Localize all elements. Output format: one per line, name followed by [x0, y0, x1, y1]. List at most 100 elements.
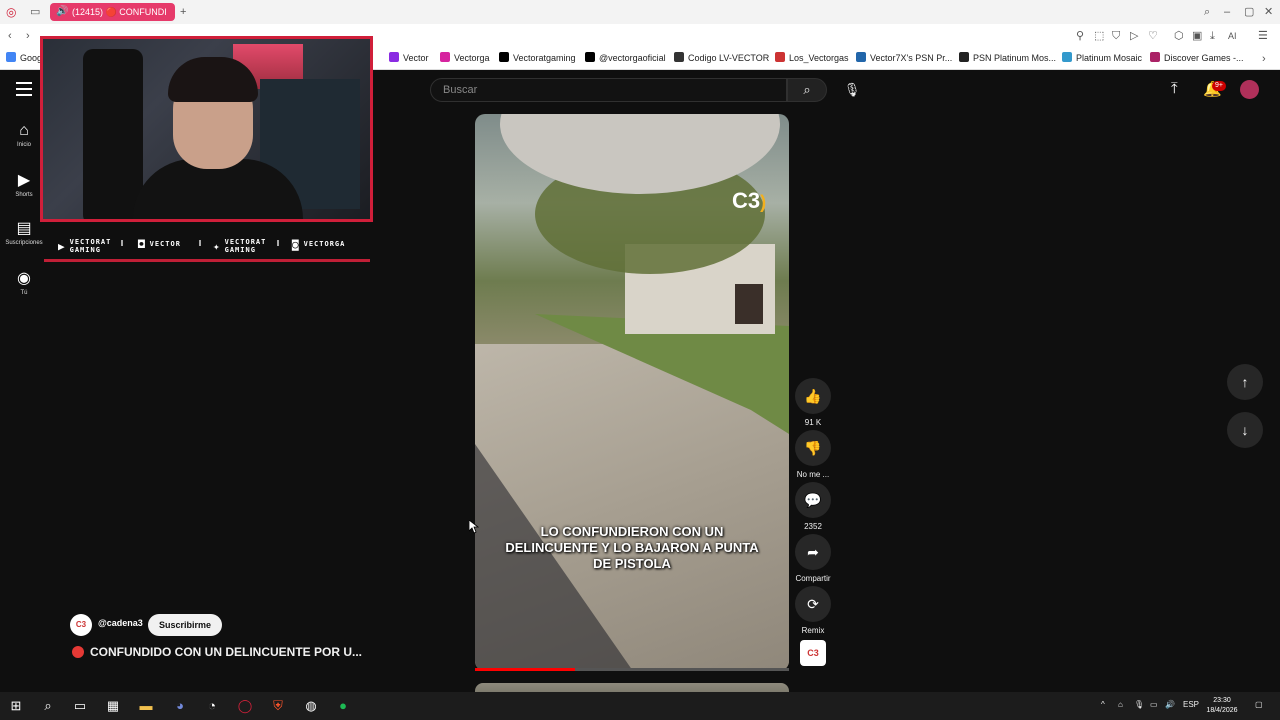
instagram-favicon-icon: [440, 52, 450, 62]
youtube-icon: ▶: [58, 240, 66, 253]
voice-search-button[interactable]: 🎙: [841, 79, 863, 101]
system-clock[interactable]: 23:30 18/4/2026: [1200, 696, 1244, 716]
search-tabs-icon[interactable]: ⌕: [1204, 5, 1210, 19]
brave-icon[interactable]: ⛨: [269, 697, 287, 715]
video-progress-bar[interactable]: [475, 668, 789, 671]
bookmark-codigo[interactable]: Codigo LV-VECTOR: [674, 52, 769, 63]
share-icon[interactable]: ➦: [795, 534, 831, 570]
short-video-player[interactable]: C3) LO CONFUNDIERON CON UN DELINCUENTE Y…: [475, 114, 789, 671]
speaker-icon[interactable]: 🔊: [56, 3, 68, 21]
webcam-overlay: [40, 36, 373, 222]
share-action[interactable]: ➦ Compartir: [795, 534, 831, 585]
channel-avatar[interactable]: C3: [70, 614, 92, 636]
menu-lines-icon[interactable]: ☰: [1258, 29, 1268, 43]
discover-favicon-icon: [1150, 52, 1160, 62]
opera-gx-icon[interactable]: ◯: [236, 697, 254, 715]
folder-icon[interactable]: ▬: [137, 697, 155, 715]
twitter-icon: ✦: [213, 240, 221, 253]
app-icon[interactable]: ▦: [104, 697, 122, 715]
microphone-icon: 🎙: [843, 82, 861, 97]
bookmarks-more-icon[interactable]: ›: [1262, 52, 1266, 66]
platinum-favicon-icon: [1062, 52, 1072, 62]
back-icon[interactable]: ‹: [8, 29, 12, 43]
pin-icon[interactable]: ⚲: [1076, 29, 1084, 43]
subscribe-button[interactable]: Suscribirme: [148, 614, 223, 636]
ai-icon[interactable]: AI: [1228, 29, 1237, 43]
next-short-button[interactable]: ↓: [1227, 412, 1263, 448]
bookmark-discover-games[interactable]: Discover Games -...: [1150, 52, 1244, 63]
bookmark-psn-platinum-mosaic[interactable]: PSN Platinum Mos...: [959, 52, 1056, 63]
player-icon[interactable]: ▷: [1130, 29, 1138, 43]
video-title[interactable]: CONFUNDIDO CON UN DELINCUENTE POR U...: [72, 645, 362, 659]
browser-tab-strip: ◎ ▭ 🔊 (12415) 🔴 CONFUNDI + ⌕ – ▢ ✕: [0, 0, 1280, 24]
download-icon[interactable]: ⤓: [1210, 29, 1215, 43]
tray-volume-icon[interactable]: 🔊: [1165, 700, 1175, 709]
bookmark-google[interactable]: Goog: [6, 52, 42, 63]
bookmark-platinum-mosaic[interactable]: Platinum Mosaic: [1062, 52, 1142, 63]
share-label: Compartir: [795, 574, 831, 583]
like-action[interactable]: 👍 91 K: [795, 378, 831, 429]
forward-icon[interactable]: ›: [26, 29, 30, 43]
subscriptions-icon: ▤: [16, 220, 32, 237]
tray-mic-icon[interactable]: 🎙: [1134, 700, 1144, 709]
signal-icon: ): [760, 192, 767, 212]
sidebar-item-subscriptions[interactable]: ▤ Suscripciones: [0, 220, 48, 248]
new-tab-icon[interactable]: +: [180, 5, 186, 19]
snapshot-icon[interactable]: ⬚: [1094, 29, 1104, 43]
twitch-icon: ◘: [138, 238, 146, 251]
extensions-icon[interactable]: ⬡: [1174, 29, 1184, 43]
instagram-icon: ◙: [292, 238, 300, 251]
wallet-icon[interactable]: ▣: [1192, 29, 1202, 43]
browser-tab-active[interactable]: 🔊 (12415) 🔴 CONFUNDI: [50, 3, 175, 21]
search-icon[interactable]: ⌕: [39, 697, 57, 715]
bookmark-vectorga[interactable]: Vectorga: [440, 52, 490, 63]
separator: [277, 240, 279, 246]
dislike-action[interactable]: 👎 No me ...: [795, 430, 831, 481]
avatar[interactable]: [1240, 80, 1259, 99]
windows-start-icon[interactable]: ⊞: [7, 697, 25, 715]
social-twitter: ✦ VECTORAT GAMING: [213, 238, 267, 254]
bookmark-vectoratgaming[interactable]: Vectoratgaming: [499, 52, 576, 63]
sidebar-item-you[interactable]: ◉ Tú: [0, 270, 48, 298]
search-input[interactable]: Buscar: [430, 78, 787, 102]
tray-battery-icon[interactable]: ▭: [1150, 700, 1158, 709]
channel-thumbnail[interactable]: C3: [800, 640, 826, 666]
shield-icon[interactable]: ⛉: [1112, 29, 1120, 43]
upload-icon[interactable]: ⤒: [1171, 80, 1178, 97]
discord-icon[interactable]: ◕: [171, 697, 189, 715]
bookmark-psn-profile[interactable]: Vector7X's PSN Pr...: [856, 52, 952, 63]
notifications-icon[interactable]: ▢: [1255, 700, 1263, 709]
bookmark-vectorgaoficial[interactable]: @vectorgaoficial: [585, 52, 666, 63]
remix-action[interactable]: ⟳ Remix: [795, 586, 831, 637]
remix-icon[interactable]: ⟳: [795, 586, 831, 622]
comment-icon[interactable]: 💬: [795, 482, 831, 518]
tray-chevron-icon[interactable]: ^: [1101, 700, 1105, 709]
bookmark-los-vectorgas[interactable]: Los_Vectorgas: [775, 52, 849, 63]
gaming-chair: [83, 49, 143, 219]
comments-action[interactable]: 💬 2352: [795, 482, 831, 533]
bookmark-vector[interactable]: Vector: [389, 52, 429, 63]
obs-icon[interactable]: ◍: [302, 697, 320, 715]
hamburger-menu-icon[interactable]: [16, 82, 32, 100]
opera-logo-icon[interactable]: ◎: [6, 5, 16, 19]
maximize-icon[interactable]: ▢: [1244, 5, 1254, 19]
close-window-icon[interactable]: ✕: [1264, 5, 1273, 19]
tab-manager-icon[interactable]: ▭: [30, 5, 40, 19]
heart-icon[interactable]: ♡: [1148, 29, 1158, 43]
arrow-down-icon: ↓: [1241, 422, 1249, 438]
code-favicon-icon: [674, 52, 684, 62]
channel-handle[interactable]: @cadena3: [98, 618, 143, 628]
thumbs-up-icon[interactable]: 👍: [795, 378, 831, 414]
google-favicon-icon: [6, 52, 16, 62]
tray-network-icon[interactable]: ⌂: [1118, 700, 1123, 709]
sidebar-item-label: Suscripciones: [5, 240, 43, 246]
previous-short-button[interactable]: ↑: [1227, 364, 1263, 400]
thumbs-down-icon[interactable]: 👎: [795, 430, 831, 466]
steam-icon[interactable]: ◔: [203, 697, 221, 715]
tiktok-favicon-icon: [585, 52, 595, 62]
language-indicator[interactable]: ESP: [1183, 700, 1199, 709]
search-button[interactable]: ⌕: [787, 78, 827, 102]
minimize-icon[interactable]: –: [1224, 5, 1230, 19]
task-view-icon[interactable]: ▭: [71, 697, 89, 715]
spotify-icon[interactable]: ●: [334, 697, 352, 715]
